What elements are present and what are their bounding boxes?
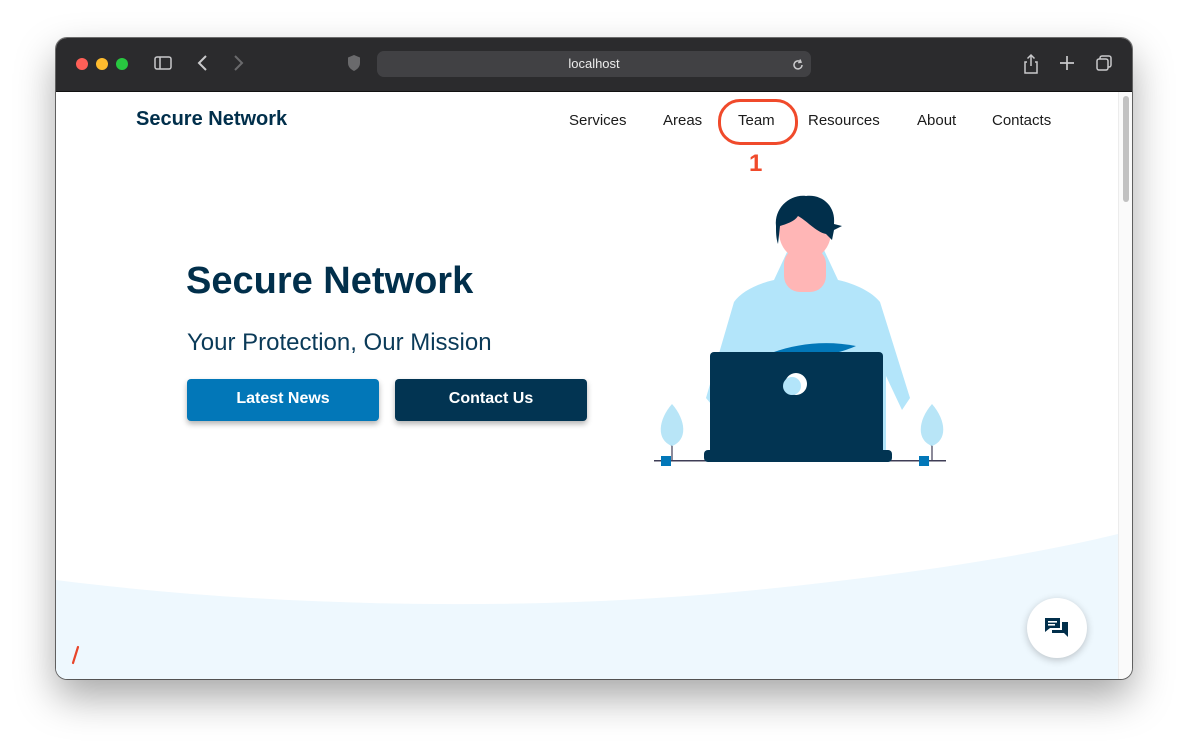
web-page: Secure Network Services Areas Team Resou…: [56, 92, 1118, 679]
new-tab-icon[interactable]: [1058, 53, 1076, 78]
nav-link-about[interactable]: About: [917, 112, 956, 129]
maximize-window-button[interactable]: [116, 58, 128, 70]
privacy-shield-icon[interactable]: [346, 53, 362, 78]
hero-subtitle: Your Protection, Our Mission: [187, 329, 492, 356]
browser-toolbar: localhost: [56, 38, 1132, 92]
scrollbar-thumb[interactable]: [1123, 96, 1129, 202]
nav-link-services[interactable]: Services: [569, 112, 627, 129]
nav-link-contacts[interactable]: Contacts: [992, 112, 1051, 129]
annotation-step-number: 1: [749, 150, 763, 177]
url-text: localhost: [568, 56, 620, 71]
contact-us-button[interactable]: Contact Us: [395, 379, 587, 421]
share-icon[interactable]: [1022, 53, 1040, 80]
chat-bubbles-icon: [1045, 618, 1068, 637]
reload-icon[interactable]: [791, 51, 805, 77]
tab-overview-icon[interactable]: [1094, 53, 1114, 78]
close-window-button[interactable]: [76, 58, 88, 70]
nav-link-areas[interactable]: Areas: [663, 112, 702, 129]
nav-link-resources[interactable]: Resources: [808, 112, 880, 129]
sidebar-toggle-icon[interactable]: [153, 53, 173, 78]
hero-title: Secure Network: [186, 260, 474, 302]
decorative-wave-background: [56, 534, 1118, 679]
latest-news-button[interactable]: Latest News: [187, 379, 379, 421]
chat-button[interactable]: [1027, 598, 1087, 658]
minimize-window-button[interactable]: [96, 58, 108, 70]
annotation-pen-stroke: [71, 645, 80, 665]
forward-icon[interactable]: [231, 53, 245, 78]
page-scrollbar[interactable]: [1118, 92, 1132, 679]
browser-window: localhost Secure Network Services Areas …: [56, 38, 1132, 679]
annotation-highlight-circle: [718, 99, 798, 145]
address-bar[interactable]: localhost: [377, 51, 811, 77]
back-icon[interactable]: [196, 53, 210, 78]
person-with-laptop-illustration: [654, 195, 946, 466]
site-logo[interactable]: Secure Network: [136, 108, 287, 131]
